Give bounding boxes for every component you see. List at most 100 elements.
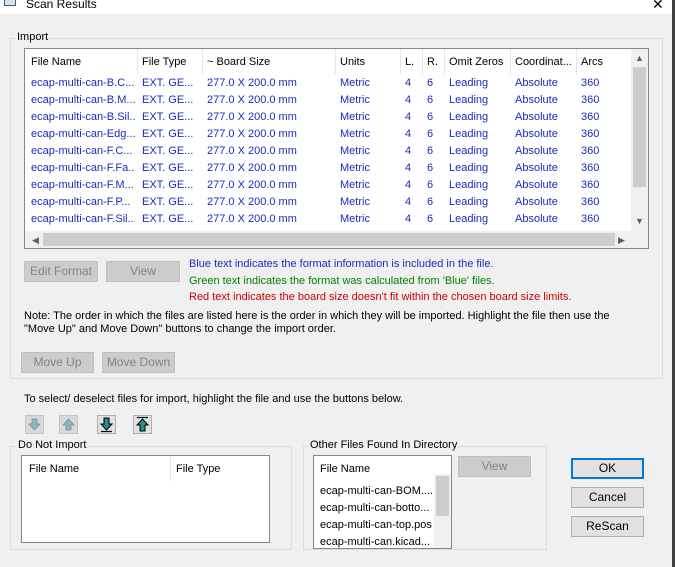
table-cell-type: EXT. GE... (142, 94, 194, 106)
table-row[interactable]: ecap-multi-can-F.M... EXT. GE... 277.0 X 2… (25, 177, 629, 194)
legend-green-text: Green text indicates the format was calc… (189, 275, 495, 287)
table-cell-r: 6 (427, 128, 434, 140)
column-header-r[interactable]: R. (427, 49, 443, 76)
table-row[interactable]: ecap-multi-can-B.C... EXT. GE... 277.0 X 2… (25, 75, 629, 92)
table-cell-type: EXT. GE... (142, 77, 194, 89)
table-cell-units: Metric (340, 94, 370, 106)
list-item[interactable]: ecap-multi-can.kicad... (320, 534, 432, 548)
table-cell-file: ecap-multi-can-B.M... (31, 94, 135, 106)
table-cell-omit: Leading (449, 128, 489, 140)
table-cell-units: Metric (340, 213, 370, 225)
close-icon[interactable]: ✕ (652, 0, 664, 13)
select-button[interactable] (59, 415, 78, 434)
app-icon (4, 0, 16, 6)
table-cell-l: 4 (405, 111, 412, 123)
table-cell-arcs: 360 (581, 128, 600, 140)
scroll-left-icon[interactable]: ◀ (27, 234, 44, 246)
scroll-up-icon[interactable]: ▲ (631, 52, 648, 64)
move-up-button[interactable]: Move Up (21, 352, 94, 373)
scroll-thumb-horizontal[interactable] (43, 233, 615, 246)
move-down-arrow-icon (28, 418, 41, 431)
deselect-all-button[interactable] (97, 415, 116, 434)
table-cell-type: EXT. GE... (142, 111, 194, 123)
import-vertical-scrollbar[interactable]: ▲ ▼ (631, 49, 648, 231)
scroll-right-icon[interactable]: ▶ (613, 234, 630, 246)
import-horizontal-scrollbar[interactable]: ◀ ▶ (25, 231, 648, 248)
import-group-label: Import (16, 31, 50, 44)
column-header-file-type[interactable]: File Type (176, 456, 266, 483)
table-cell-size: 277.0 X 200.0 mm (207, 213, 297, 225)
table-cell-l: 4 (405, 196, 412, 208)
column-separator (576, 49, 577, 74)
table-cell-r: 6 (427, 94, 434, 106)
cancel-button[interactable]: Cancel (571, 487, 644, 508)
table-cell-type: EXT. GE... (142, 179, 194, 191)
rescan-button[interactable]: ReScan (571, 516, 644, 537)
view-other-file-button[interactable]: View (458, 456, 531, 477)
table-cell-l: 4 (405, 213, 412, 225)
list-item[interactable]: ecap-multi-can-BOM.... (320, 483, 432, 500)
table-cell-arcs: 360 (581, 145, 600, 157)
column-separator (510, 49, 511, 74)
table-cell-l: 4 (405, 94, 412, 106)
deselect-button[interactable] (25, 415, 44, 434)
table-cell-file: ecap-multi-can-B.C... (31, 77, 135, 89)
table-cell-file: ecap-multi-can-F.Fa... (31, 162, 135, 174)
table-cell-file: ecap-multi-can-F.P... (31, 196, 131, 208)
column-header-file-name[interactable]: File Name (31, 49, 135, 76)
column-header-file-name[interactable]: File Name (29, 456, 159, 483)
table-cell-type: EXT. GE... (142, 128, 194, 140)
scroll-thumb[interactable] (633, 67, 646, 187)
table-row[interactable]: ecap-multi-can-F.C... EXT. GE... 277.0 X 2… (25, 143, 629, 160)
view-format-button[interactable]: View (106, 261, 180, 282)
table-cell-units: Metric (340, 128, 370, 140)
table-cell-coord: Absolute (515, 94, 558, 106)
edit-format-button[interactable]: Edit Format (24, 261, 98, 282)
table-row[interactable]: ecap-multi-can-F.P... EXT. GE... 277.0 X 2… (25, 194, 629, 211)
table-row[interactable]: ecap-multi-can-F.Sil... EXT. GE... 277.0 X… (25, 211, 629, 228)
table-cell-coord: Absolute (515, 128, 558, 140)
list-item[interactable]: ecap-multi-can-botto... (320, 500, 432, 517)
column-header-board-size[interactable]: ~ Board Size (207, 49, 331, 76)
column-header-file-name[interactable]: File Name (320, 456, 430, 483)
table-cell-size: 277.0 X 200.0 mm (207, 162, 297, 174)
table-cell-omit: Leading (449, 196, 489, 208)
table-cell-l: 4 (405, 128, 412, 140)
table-row[interactable]: ecap-multi-can-F.Fa... EXT. GE... 277.0 X … (25, 160, 629, 177)
column-header-coordinat[interactable]: Coordinat... (515, 49, 575, 76)
select-all-button[interactable] (133, 415, 152, 434)
column-separator (137, 49, 138, 74)
table-cell-file: ecap-multi-can-F.M... (31, 179, 134, 191)
table-row[interactable]: ecap-multi-can-Edg... EXT. GE... 277.0 X 2… (25, 126, 629, 143)
table-cell-type: EXT. GE... (142, 213, 194, 225)
list-item[interactable]: ecap-multi-can-top.pos (320, 517, 432, 534)
table-cell-omit: Leading (449, 111, 489, 123)
table-cell-omit: Leading (449, 77, 489, 89)
do-not-import-label: Do Not Import (17, 439, 88, 452)
table-row[interactable]: ecap-multi-can-B.Sil... EXT. GE... 277.0 X… (25, 109, 629, 126)
table-cell-omit: Leading (449, 213, 489, 225)
table-cell-arcs: 360 (581, 111, 600, 123)
scroll-down-icon[interactable]: ▼ (631, 215, 648, 227)
other-files-list[interactable]: File Name ecap-multi-can-BOM.... ecap-mu… (313, 455, 452, 549)
title-bar: Scan Results ✕ (0, 0, 675, 14)
move-down-button[interactable]: Move Down (102, 352, 175, 373)
other-files-scrollbar[interactable] (434, 474, 451, 548)
table-cell-size: 277.0 X 200.0 mm (207, 77, 297, 89)
ok-button[interactable]: OK (571, 458, 644, 479)
column-header-file-type[interactable]: File Type (142, 49, 200, 76)
import-file-list[interactable]: File Name File Type ~ Board Size Units L. R. O… (24, 48, 649, 249)
table-row[interactable]: ecap-multi-can-B.M... EXT. GE... 277.0 X 2… (25, 92, 629, 109)
table-cell-coord: Absolute (515, 213, 558, 225)
column-header-arcs[interactable]: Arcs (581, 49, 621, 76)
table-cell-size: 277.0 X 200.0 mm (207, 111, 297, 123)
column-header-omit-zeros[interactable]: Omit Zeros (449, 49, 509, 76)
do-not-import-list[interactable]: File Name File Type (21, 455, 270, 543)
column-header-l[interactable]: L. (405, 49, 421, 76)
column-header-units[interactable]: Units (340, 49, 400, 76)
scroll-thumb[interactable] (436, 476, 449, 516)
table-cell-arcs: 360 (581, 213, 600, 225)
table-cell-r: 6 (427, 196, 434, 208)
column-separator (422, 49, 423, 74)
table-cell-r: 6 (427, 213, 434, 225)
